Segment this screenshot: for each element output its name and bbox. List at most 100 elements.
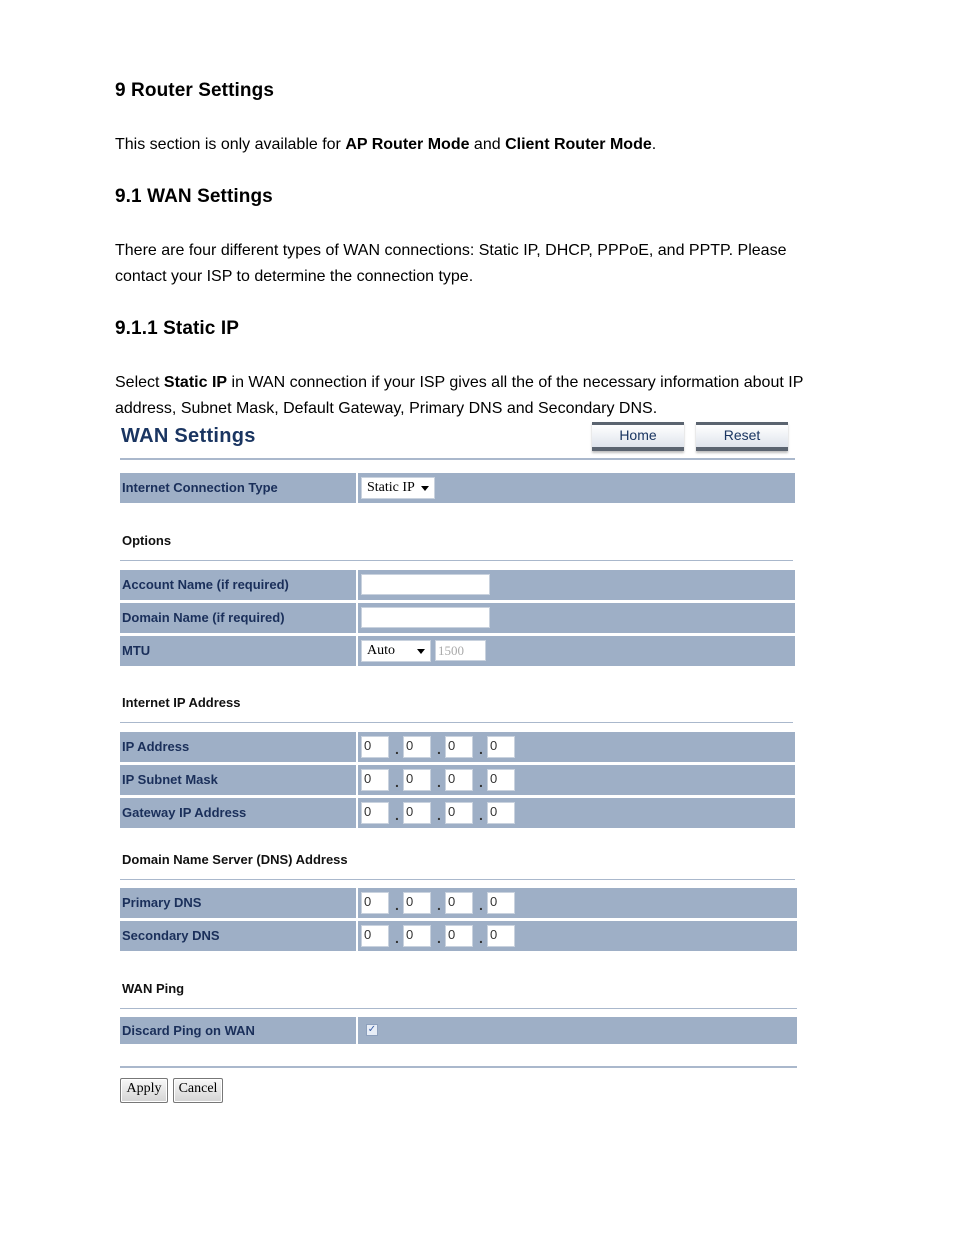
row-discard-ping: Discard Ping on WAN ✓ [120,1017,797,1044]
octet-separator: . [479,741,483,757]
ip-octet-input[interactable]: 0 [487,769,515,791]
mtu-mode-select[interactable]: Auto [361,640,431,662]
ip-octet-input[interactable]: 0 [487,736,515,758]
home-button[interactable]: Home [592,422,684,451]
divider [120,1066,797,1068]
ip-octet-input[interactable]: 0 [487,802,515,824]
wan-ping-section-title: WAN Ping [122,981,185,996]
ip-octets-cell: 0.0.0.0 [358,798,795,828]
octet-separator: . [437,741,441,757]
chevron-down-icon [421,486,429,491]
static-text: Select [115,374,164,391]
octet-separator: . [479,774,483,790]
checkmark-icon: ✓ [367,1024,377,1035]
divider [120,458,795,460]
ip-octet-input[interactable]: 0 [445,802,473,824]
field-label: Secondary DNS [120,921,356,951]
ip-octet-input[interactable]: 0 [361,802,389,824]
ip-octet-input[interactable]: 0 [487,892,515,914]
account-name-label: Account Name (if required) [120,570,356,600]
field-label: Primary DNS [120,888,356,918]
connection-type-label: Internet Connection Type [120,473,356,503]
account-name-input[interactable] [361,574,490,595]
mtu-value-input[interactable]: 1500 [435,640,486,661]
wan-settings-title: WAN Settings [121,425,256,447]
row-mtu: MTU Auto 1500 [120,636,795,666]
connection-type-value: Static IP [367,480,415,495]
octet-separator: . [479,807,483,823]
ip-octet-input[interactable]: 0 [403,925,431,947]
internet-ip-section-title: Internet IP Address [122,695,241,710]
mtu-mode-value: Auto [367,643,395,658]
row-internet-connection-type: Internet Connection Type Static IP [120,473,795,503]
divider [120,879,795,880]
octet-separator: . [395,774,399,790]
cancel-button[interactable]: Cancel [173,1078,223,1103]
divider [120,722,793,723]
octet-separator: . [437,897,441,913]
wan-paragraph: There are four different types of WAN co… [115,242,787,285]
options-section-title: Options [122,533,172,548]
ip-octet-input[interactable]: 0 [403,769,431,791]
ip-octet-input[interactable]: 0 [403,736,431,758]
intro-text: This section is only available for [115,136,346,153]
row-ip-address: IP Address 0. 0. 0. 0 [120,732,795,762]
ip-octet-input[interactable]: 0 [445,769,473,791]
intro-client-router-mode: Client Router Mode [505,136,652,153]
ip-octet-input[interactable]: 0 [361,769,389,791]
intro-text: and [469,136,506,153]
heading-wan-settings: 9.1 WAN Settings [115,186,273,207]
divider [120,1008,797,1009]
discard-ping-checkbox[interactable]: ✓ [366,1024,378,1036]
octet-separator: . [395,897,399,913]
wan-settings-screenshot: WAN Settings Home Reset Internet Connect… [118,420,800,1110]
row-domain-name: Domain Name (if required) [120,603,795,633]
octet-separator: . [395,807,399,823]
discard-ping-label: Discard Ping on WAN [120,1017,356,1044]
ip-octets-cell: 0.0.0.0 [358,921,797,951]
domain-name-label: Domain Name (if required) [120,603,356,633]
ip-octet-input[interactable]: 0 [403,802,431,824]
account-name-cell [358,570,795,600]
discard-ping-cell: ✓ [358,1017,797,1044]
reset-button[interactable]: Reset [696,422,788,451]
chevron-down-icon [417,649,425,654]
row-primary-dns: Primary DNS 0. 0. 0. 0 [120,888,797,918]
ip-octet-input[interactable]: 0 [403,892,431,914]
intro-paragraph: This section is only available for AP Ro… [115,132,656,158]
static-ip-bold: Static IP [163,374,228,391]
ip-octet-input[interactable]: 0 [361,925,389,947]
domain-name-cell [358,603,795,633]
divider [120,560,793,561]
field-label: IP Address [120,732,356,762]
intro-text: . [651,136,657,153]
octet-separator: . [437,774,441,790]
field-label: IP Subnet Mask [120,765,356,795]
domain-name-input[interactable] [361,607,490,628]
connection-type-cell: Static IP [358,473,795,503]
row-secondary-dns: Secondary DNS 0. 0. 0. 0 [120,921,797,951]
ip-octets-cell: 0.0.0.0 [358,732,795,762]
field-label: Gateway IP Address [120,798,356,828]
apply-button[interactable]: Apply [120,1078,168,1103]
octet-separator: . [395,741,399,757]
connection-type-select[interactable]: Static IP [361,477,435,499]
ip-octet-input[interactable]: 0 [487,925,515,947]
octet-separator: . [437,930,441,946]
octet-separator: . [479,930,483,946]
heading-router-settings: 9 Router Settings [115,80,274,101]
ip-octet-input[interactable]: 0 [445,736,473,758]
ip-octet-input[interactable]: 0 [361,736,389,758]
octet-separator: . [479,897,483,913]
mtu-cell: Auto 1500 [358,636,795,666]
octet-separator: . [395,930,399,946]
octet-separator: . [437,807,441,823]
ip-octet-input[interactable]: 0 [445,892,473,914]
heading-static-ip: 9.1.1 Static IP [115,318,240,339]
ip-octets-cell: 0.0.0.0 [358,765,795,795]
row-ip-subnet-mask: IP Subnet Mask 0. 0. 0. 0 [120,765,795,795]
ip-octet-input[interactable]: 0 [445,925,473,947]
intro-ap-router-mode: AP Router Mode [345,136,470,153]
static-ip-paragraph: Select Static IP in WAN connection if yo… [115,370,845,422]
ip-octet-input[interactable]: 0 [361,892,389,914]
